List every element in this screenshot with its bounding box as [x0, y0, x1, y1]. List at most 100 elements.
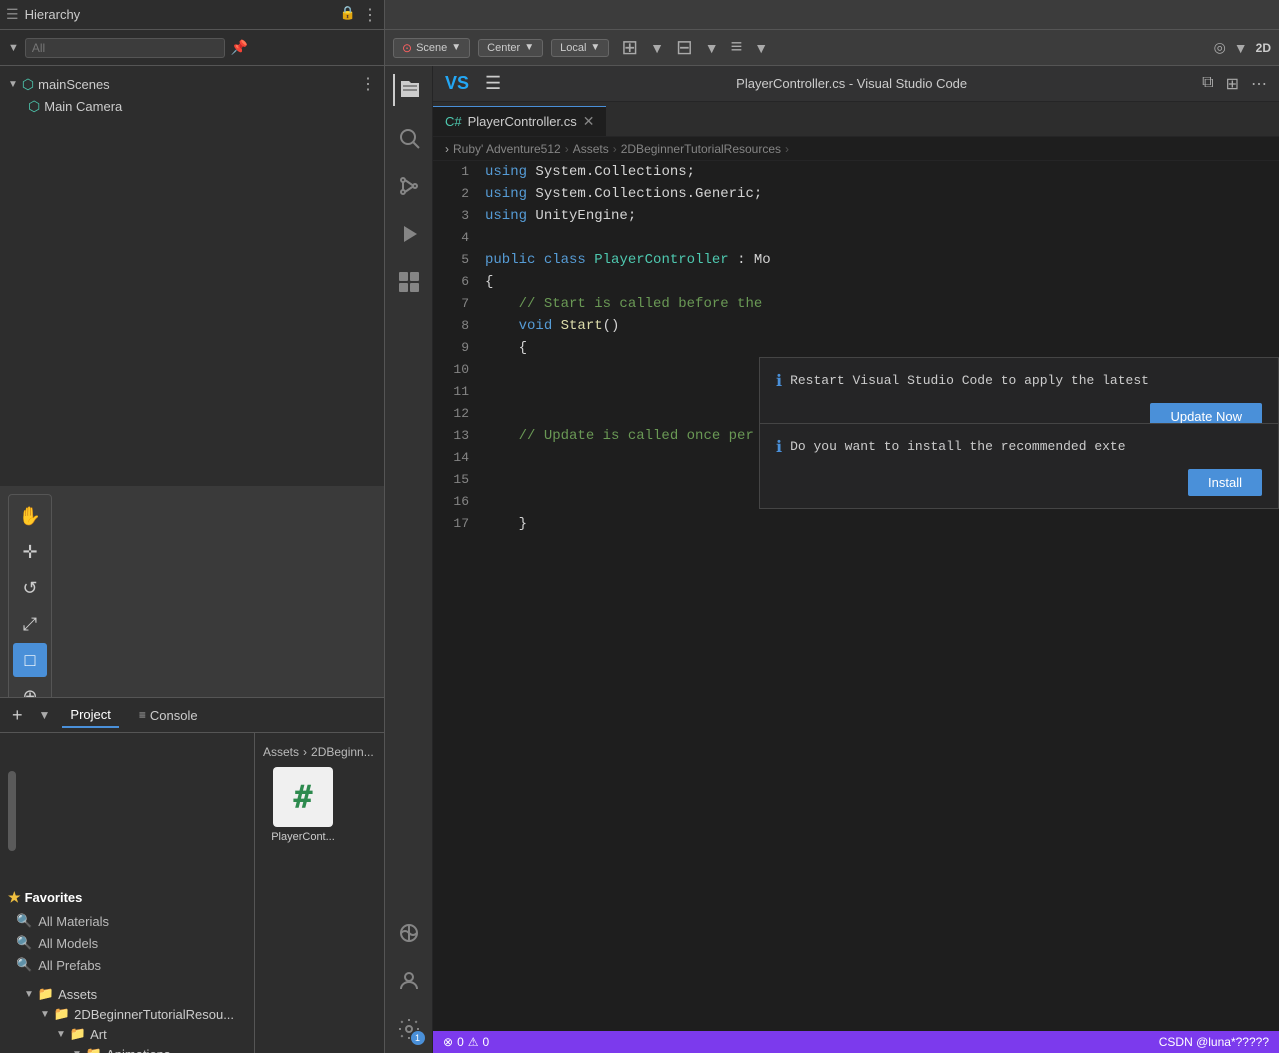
camera-icon: ⬡ [28, 98, 40, 115]
line-num-3: 3 [433, 205, 485, 227]
asset-playercontroller[interactable]: # PlayerCont... [263, 767, 343, 843]
toolbar-grid-icon1[interactable]: ⊞ [617, 35, 642, 60]
toolbar-dropdown1[interactable]: ▼ [650, 40, 664, 56]
notif-install-text: Do you want to install the recommended e… [790, 436, 1262, 458]
project-tab-label: Project [70, 707, 110, 722]
code-line-8: 8 void Start() [433, 315, 1279, 337]
bc-sep3: › [785, 142, 789, 156]
extensions-icon[interactable] [393, 266, 425, 298]
add-button[interactable]: + [8, 703, 27, 728]
line-num-14: 14 [433, 447, 485, 469]
scene-tab[interactable]: ⊙ Scene ▼ [393, 38, 470, 58]
code-line-9: 9 { [433, 337, 1279, 359]
layout-icon[interactable]: ⊞ [1226, 74, 1239, 94]
line-num-1: 1 [433, 161, 485, 183]
line-num-16: 16 [433, 491, 485, 513]
toolbar-dropdown4[interactable]: ▼ [1234, 40, 1248, 56]
tree-art[interactable]: ▼ 📁 Art [8, 1024, 246, 1044]
fav-item-models[interactable]: 🔍 All Models [8, 932, 246, 954]
window-title: PlayerController.cs - Visual Studio Code [509, 76, 1194, 91]
toolbar-bars-icon[interactable]: ≡ [727, 36, 747, 59]
line-code-1: using System.Collections; [485, 161, 1279, 183]
rect-tool[interactable]: □ [13, 643, 47, 677]
info-icon-1: ℹ [776, 371, 782, 393]
project-tab[interactable]: Project [62, 703, 118, 728]
console-tab[interactable]: ≡ Console [131, 704, 206, 727]
move-tool[interactable]: ✛ [13, 535, 47, 569]
cs-file-icon: C# [445, 114, 462, 129]
assets-tree: ▼ 📁 Assets ▼ 📁 2DBeginnerTutorialResou..… [8, 984, 246, 1053]
hash-symbol: # [293, 778, 312, 816]
asset-file-name: PlayerCont... [271, 831, 335, 843]
account-icon[interactable] [393, 965, 425, 997]
fav-item-materials[interactable]: 🔍 All Materials [8, 910, 246, 932]
bc-assets[interactable]: Assets [573, 142, 609, 156]
bc-project[interactable]: Ruby' Adventure512 [453, 142, 561, 156]
add-dropdown[interactable]: ▼ [39, 708, 51, 722]
tree-assets[interactable]: ▼ 📁 Assets [8, 984, 246, 1004]
animations-label: Animations [106, 1047, 170, 1053]
hand-tool[interactable]: ✋ [13, 499, 47, 533]
toolbar-dropdown2[interactable]: ▼ [705, 40, 719, 56]
code-line-7: 7 // Start is called before the [433, 293, 1279, 315]
path-2dbeginn: 2DBeginn... [311, 745, 374, 759]
search-icon[interactable] [393, 122, 425, 154]
center-label: Center [487, 42, 520, 54]
rotate-tool[interactable]: ↺ [13, 571, 47, 605]
2d-button[interactable]: 2D [1256, 41, 1271, 55]
search-icon: 🔍 [16, 957, 32, 973]
bc-resources[interactable]: 2DBeginnerTutorialResources [621, 142, 781, 156]
tree-animations[interactable]: ▼ 📁 Animations [8, 1044, 246, 1053]
console-tab-label: Console [150, 708, 198, 723]
tree-2dbeginner[interactable]: ▼ 📁 2DBeginnerTutorialResou... [8, 1004, 246, 1024]
errors-status[interactable]: ⊗ 0 ⚠ 0 [443, 1035, 489, 1049]
line-code-2: using System.Collections.Generic; [485, 183, 1279, 205]
notif-restart-row: ℹ Restart Visual Studio Code to apply th… [776, 370, 1262, 393]
cube-icon: ⬡ [22, 76, 34, 93]
favorites-panel: ★ Favorites 🔍 All Materials 🔍 All Models… [0, 733, 255, 1053]
run-icon[interactable] [393, 218, 425, 250]
hierarchy-search-input[interactable] [25, 38, 225, 58]
line-code-6: { [485, 271, 1279, 293]
mainscenes-more[interactable]: ⋮ [360, 74, 376, 94]
local-btn[interactable]: Local ▼ [551, 39, 609, 57]
center-btn[interactable]: Center ▼ [478, 39, 543, 57]
line-num-5: 5 [433, 249, 485, 271]
error-count: 0 [457, 1035, 464, 1049]
settings-icon[interactable]: 1 [393, 1013, 425, 1045]
more-options-icon[interactable]: ⋮ [362, 5, 378, 25]
source-control-icon[interactable] [393, 170, 425, 202]
git-icon[interactable] [393, 917, 425, 949]
code-editor-area[interactable]: 1 using System.Collections; 2 using Syst… [433, 161, 1279, 1031]
lock-icon[interactable]: 🔒 [340, 5, 356, 25]
search-dropdown-icon[interactable]: ▼ [8, 42, 19, 54]
hierarchy-item-maincamera[interactable]: ⬡ Main Camera [0, 96, 384, 117]
transform-tool[interactable]: ⊕ [13, 679, 47, 697]
toolbar-layers-icon[interactable]: ◎ [1214, 39, 1226, 56]
fav-item-prefabs[interactable]: 🔍 All Prefabs [8, 954, 246, 976]
line-code-5: public class PlayerController : Mo [485, 249, 1279, 271]
expand-icon: ▼ [72, 1049, 82, 1053]
fav-materials-label: All Materials [38, 914, 109, 929]
notif-install-row: ℹ Do you want to install the recommended… [776, 436, 1262, 459]
hamburger-icon[interactable]: ☰ [485, 73, 501, 94]
vscode-titlebar: VS ☰ PlayerController.cs - Visual Studio… [433, 66, 1279, 102]
explorer-icon[interactable] [393, 74, 425, 106]
toolbar-grid-icon2[interactable]: ⊟ [672, 35, 697, 60]
install-button[interactable]: Install [1188, 469, 1262, 496]
hierarchy-item-mainscenes[interactable]: ▼ ⬡ mainScenes ⋮ [0, 72, 384, 96]
line-code-9: { [485, 337, 1279, 359]
more-icon[interactable]: ⋯ [1251, 74, 1267, 94]
vscode-editor: VS ☰ PlayerController.cs - Visual Studio… [433, 66, 1279, 1053]
close-tab-icon[interactable]: ✕ [583, 113, 595, 130]
mainscenes-label: mainScenes [38, 77, 110, 92]
info-icon-2: ℹ [776, 437, 782, 459]
scale-tool[interactable]: ⤢ [13, 607, 47, 641]
toolbar-dropdown3[interactable]: ▼ [754, 40, 768, 56]
file-tab-playercontroller[interactable]: C# PlayerController.cs ✕ [433, 106, 606, 136]
scene-tab-arrow: ▼ [451, 42, 461, 53]
project-console-tabs: + ▼ Project ≡ Console [0, 697, 384, 733]
split-editor-icon[interactable]: ⧉ [1202, 74, 1213, 94]
unity-top-bar: ☰ Hierarchy 🔒 ⋮ [0, 0, 1279, 30]
code-line-2: 2 using System.Collections.Generic; [433, 183, 1279, 205]
